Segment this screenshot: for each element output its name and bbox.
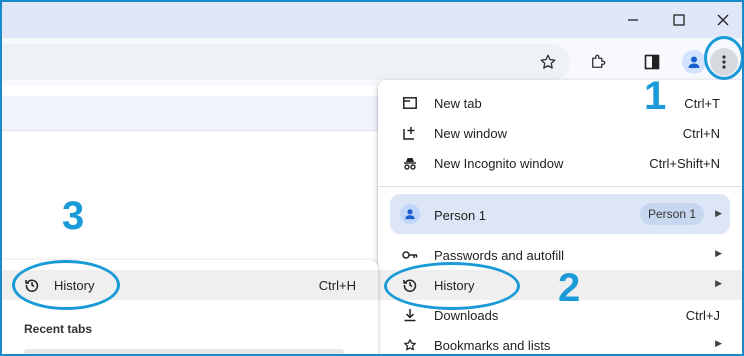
incognito-icon [402, 155, 418, 171]
side-panel-icon[interactable] [640, 50, 664, 74]
menu-item-label: Bookmarks and lists [434, 338, 551, 353]
chrome-menu: New tab Ctrl+T New window Ctrl+N New Inc… [378, 80, 742, 354]
chevron-right-icon: ▶ [715, 278, 722, 288]
menu-item-new-tab[interactable]: New tab Ctrl+T [378, 88, 742, 118]
chevron-right-icon: ▶ [715, 248, 722, 258]
menu-item-label: Passwords and autofill [434, 248, 565, 263]
profile-icon[interactable] [682, 50, 706, 74]
download-icon [402, 307, 418, 323]
recent-tab-item[interactable] [24, 349, 344, 354]
annotation-ring-1 [704, 36, 742, 80]
menu-separator [378, 186, 742, 187]
menu-item-shortcut: Ctrl+J [685, 308, 720, 323]
new-window-icon [402, 125, 418, 141]
menu-item-label: Downloads [434, 308, 499, 323]
address-bar[interactable] [2, 44, 570, 80]
profile-chip: Person 1 [640, 203, 705, 225]
recent-tabs-heading: Recent tabs [24, 322, 93, 336]
divider [2, 130, 378, 131]
annotation-number-2: 2 [558, 266, 581, 310]
close-icon[interactable] [708, 8, 738, 32]
profile-menu-item[interactable]: Person 1 Person 1 ▶ [390, 194, 730, 234]
menu-item-shortcut: Ctrl+Shift+N [649, 156, 720, 171]
new-tab-icon [402, 95, 418, 111]
chevron-right-icon: ▶ [715, 208, 722, 218]
menu-item-new-window[interactable]: New window Ctrl+N [378, 118, 742, 148]
menu-item-new-incognito-window[interactable]: New Incognito window Ctrl+Shift+N [378, 148, 742, 178]
profile-avatar-icon [400, 204, 420, 224]
page-header-strip [2, 96, 378, 130]
maximize-icon[interactable] [664, 8, 694, 32]
star-icon [402, 337, 418, 353]
menu-item-label: New Incognito window [434, 156, 564, 171]
annotation-ring-2 [384, 262, 520, 310]
profile-name: Person 1 [434, 208, 487, 223]
menu-item-label: New window [434, 126, 507, 141]
chevron-right-icon: ▶ [715, 338, 722, 348]
annotation-number-3: 3 [62, 194, 85, 238]
annotation-ring-3 [12, 260, 120, 310]
minimize-icon[interactable] [618, 8, 648, 32]
menu-item-bookmarks-and-lists[interactable]: Bookmarks and lists ▶ [378, 330, 742, 354]
annotation-number-1: 1 [644, 74, 667, 118]
menu-item-shortcut: Ctrl+N [682, 126, 720, 141]
browser-window: New tab Ctrl+T New window Ctrl+N New Inc… [0, 0, 744, 356]
menu-item-label: New tab [434, 96, 482, 111]
extensions-icon[interactable] [586, 50, 610, 74]
submenu-item-shortcut: Ctrl+H [318, 278, 356, 293]
title-bar [2, 2, 742, 38]
toolbar [2, 38, 742, 86]
key-icon [402, 247, 418, 263]
star-icon[interactable] [536, 50, 560, 74]
menu-item-shortcut: Ctrl+T [684, 96, 720, 111]
